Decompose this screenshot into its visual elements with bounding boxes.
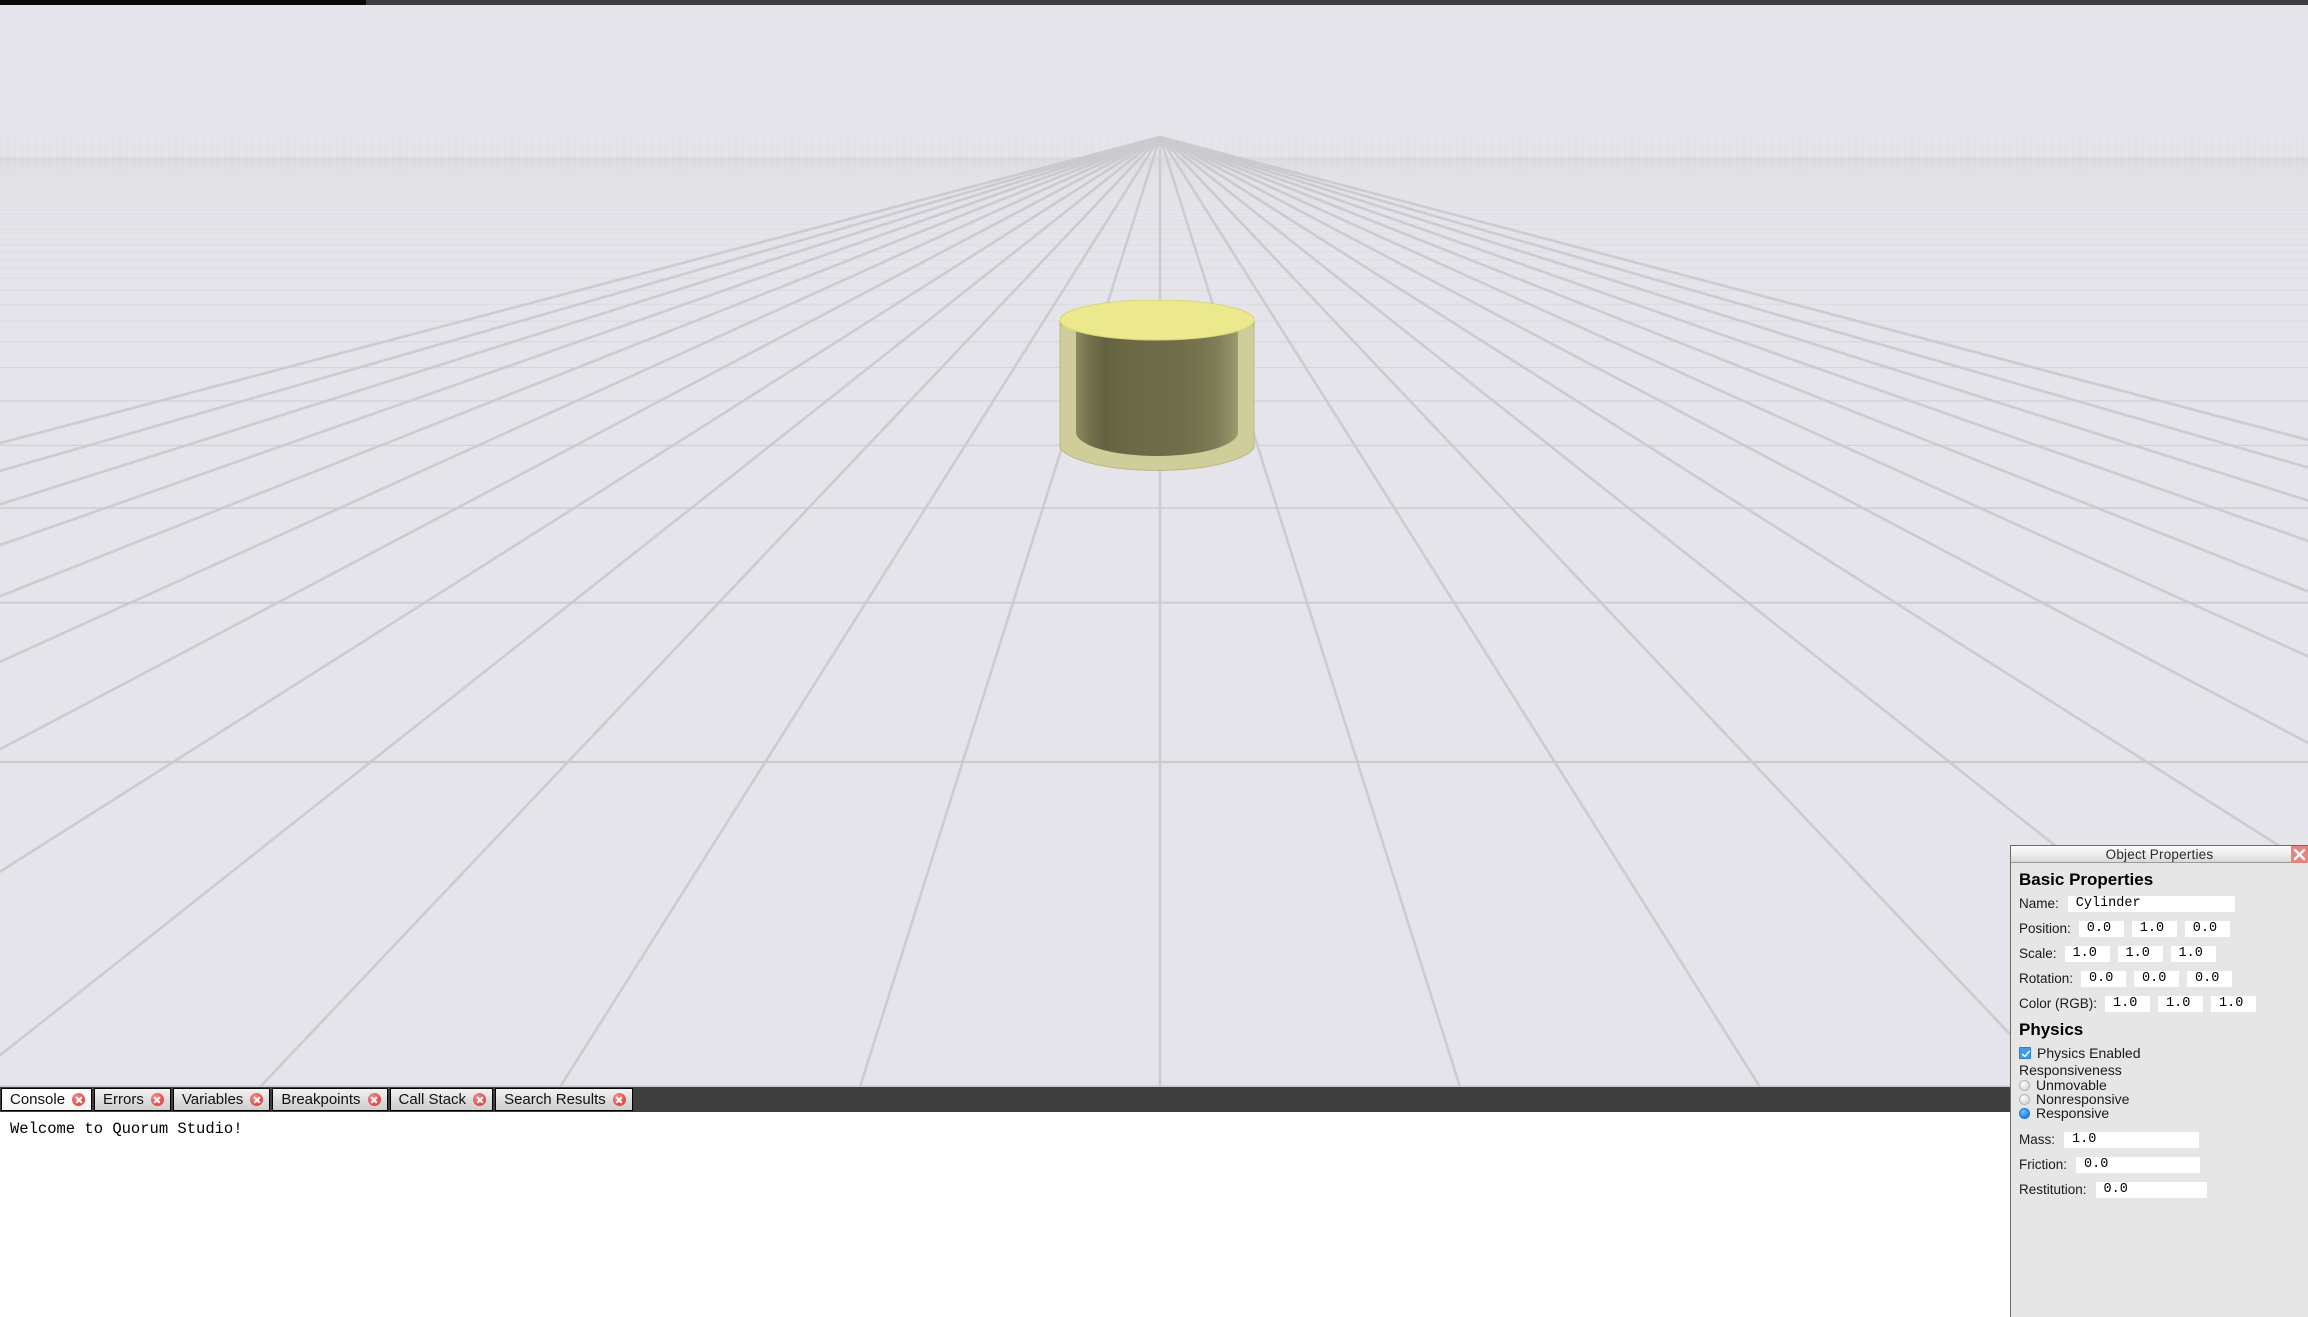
restitution-row: Restitution: — [2019, 1181, 2300, 1198]
radio-responsive-label: Responsive — [2036, 1105, 2110, 1121]
close-icon[interactable] — [250, 1093, 264, 1106]
tab-breakpoints[interactable]: Breakpoints — [272, 1088, 388, 1111]
3d-scene-viewport[interactable] — [0, 5, 2308, 1087]
color-g-input[interactable] — [2158, 995, 2204, 1012]
object-properties-titlebar[interactable]: Object Properties — [2011, 846, 2308, 863]
friction-row: Friction: — [2019, 1156, 2300, 1173]
scale-row: Scale: — [2019, 945, 2300, 962]
name-row: Name: — [2019, 895, 2300, 912]
rotation-z-input[interactable] — [2187, 970, 2233, 987]
color-b-input[interactable] — [2211, 995, 2257, 1012]
close-icon[interactable] — [150, 1093, 164, 1106]
tab-label: Variables — [181, 1091, 244, 1108]
close-icon[interactable] — [612, 1093, 626, 1106]
responsiveness-label: Responsiveness — [2019, 1062, 2122, 1078]
position-y-input[interactable] — [2131, 920, 2177, 937]
color-label: Color (RGB): — [2019, 996, 2098, 1011]
radio-responsive[interactable]: Responsive — [2019, 1105, 2300, 1121]
scale-y-input[interactable] — [2117, 945, 2163, 962]
position-z-input[interactable] — [2184, 920, 2230, 937]
radio-icon[interactable] — [2019, 1093, 2030, 1105]
tab-label: Breakpoints — [281, 1091, 361, 1108]
radio-icon[interactable] — [2019, 1079, 2030, 1091]
console-output-area[interactable]: Welcome to Quorum Studio! — [0, 1112, 2010, 1317]
close-icon[interactable] — [72, 1093, 86, 1106]
tab-search-results[interactable]: Search Results — [495, 1088, 633, 1111]
checkbox-icon[interactable] — [2019, 1047, 2031, 1059]
tab-call-stack[interactable]: Call Stack — [389, 1088, 494, 1111]
restitution-input[interactable] — [2095, 1181, 2207, 1198]
panel-title: Object Properties — [2105, 846, 2214, 862]
mass-input[interactable] — [2064, 1131, 2200, 1148]
name-label: Name: — [2019, 896, 2059, 911]
tab-label: Console — [10, 1091, 66, 1108]
application-window: Console Errors Variables Breakpoints Call St… — [0, 0, 2308, 1317]
radio-nonresponsive[interactable]: Nonresponsive — [2019, 1091, 2300, 1107]
physics-enabled-row: Physics Enabled — [2019, 1045, 2300, 1061]
radio-icon-selected[interactable] — [2019, 1107, 2030, 1119]
bottom-tool-tabs: Console Errors Variables Breakpoints Call St… — [0, 1087, 2010, 1112]
close-icon[interactable] — [473, 1093, 487, 1106]
mass-label: Mass: — [2019, 1132, 2056, 1147]
basic-properties-heading: Basic Properties — [2019, 870, 2154, 889]
color-r-input[interactable] — [2105, 995, 2151, 1012]
rotation-label: Rotation: — [2019, 971, 2074, 986]
position-x-input[interactable] — [2078, 920, 2124, 937]
rotation-x-input[interactable] — [2081, 970, 2127, 987]
color-row: Color (RGB): — [2019, 995, 2300, 1012]
close-icon[interactable] — [2291, 846, 2308, 863]
friction-label: Friction: — [2019, 1157, 2068, 1172]
position-row: Position: — [2019, 920, 2300, 937]
scale-z-input[interactable] — [2170, 945, 2216, 962]
name-input[interactable] — [2067, 895, 2235, 912]
scale-x-input[interactable] — [2064, 945, 2110, 962]
physics-heading: Physics — [2019, 1020, 2084, 1039]
scale-label: Scale: — [2019, 946, 2057, 961]
object-properties-panel: Object Properties Basic Properties Name:… — [2010, 845, 2308, 1317]
tab-errors[interactable]: Errors — [94, 1088, 171, 1111]
tab-variables[interactable]: Variables — [172, 1088, 271, 1111]
rotation-row: Rotation: — [2019, 970, 2300, 987]
rotation-y-input[interactable] — [2134, 970, 2180, 987]
tab-console[interactable]: Console — [1, 1088, 93, 1111]
tab-label: Errors — [103, 1091, 144, 1108]
radio-unmovable[interactable]: Unmovable — [2019, 1077, 2300, 1093]
friction-input[interactable] — [2076, 1156, 2201, 1173]
cylinder-object[interactable] — [1058, 300, 1256, 535]
restitution-label: Restitution: — [2019, 1182, 2087, 1197]
close-icon[interactable] — [367, 1093, 381, 1106]
tab-label: Search Results — [504, 1091, 606, 1108]
tab-label: Call Stack — [398, 1091, 467, 1108]
perspective-grid — [0, 135, 2308, 1087]
position-label: Position: — [2019, 921, 2071, 936]
mass-row: Mass: — [2019, 1131, 2300, 1148]
object-properties-body: Basic Properties Name: Position: Scale: — [2011, 863, 2308, 1198]
physics-enabled-label: Physics Enabled — [2037, 1045, 2141, 1061]
console-line: Welcome to Quorum Studio! — [10, 1120, 243, 1138]
